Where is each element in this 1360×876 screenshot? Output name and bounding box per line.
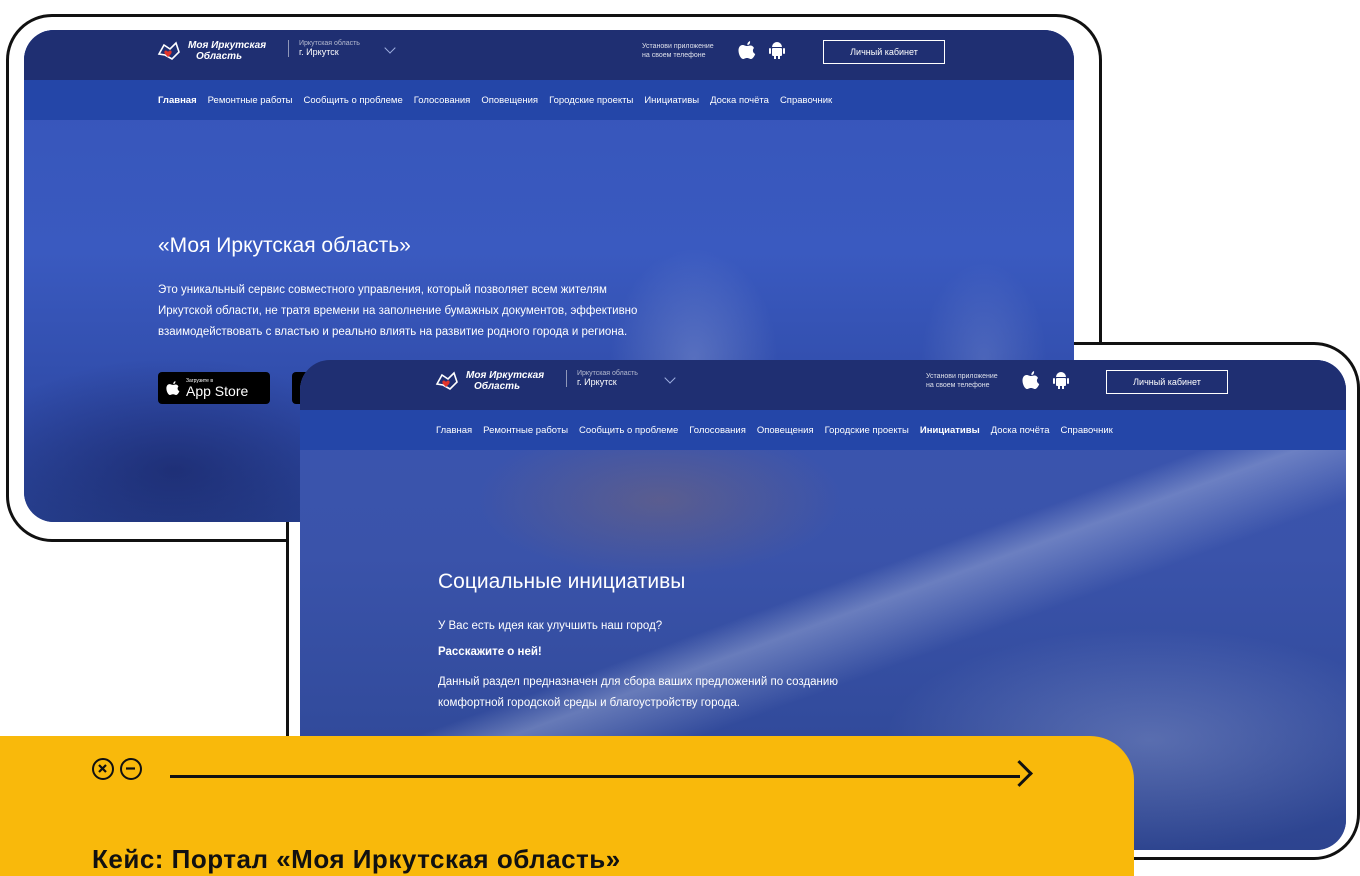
nav-item-initiatives[interactable]: Инициативы (920, 425, 980, 436)
nav-item-report[interactable]: Сообщить о проблеме (579, 425, 678, 436)
nav-item-home[interactable]: Главная (436, 425, 472, 436)
apple-icon (166, 381, 180, 395)
region-city: г. Иркутск (577, 377, 617, 387)
divider-line (170, 775, 1020, 778)
chevron-down-icon[interactable] (384, 42, 396, 54)
hero-description: Это уникальный сервис совместного управл… (158, 284, 638, 338)
logo-line-2: Область (196, 51, 243, 62)
nav-item-votes[interactable]: Голосования (689, 425, 746, 436)
nav-item-alerts[interactable]: Оповещения (757, 425, 814, 436)
apple-icon[interactable] (738, 40, 756, 60)
nav-item-report[interactable]: Сообщить о проблеме (304, 95, 403, 106)
region-label: Иркутская область (299, 40, 360, 47)
top-bar: Моя Иркутская Область Иркутская область … (300, 360, 1346, 410)
section-description: Данный раздел предназначен для сбора ваш… (438, 676, 838, 709)
top-bar: Моя Иркутская Область Иркутская область … (24, 30, 1074, 80)
personal-cabinet-button[interactable]: Личный кабинет (823, 40, 945, 64)
main-nav: Главная Ремонтные работы Сообщить о проб… (24, 80, 1074, 120)
chevron-down-icon[interactable] (664, 372, 676, 384)
app-store-label: App Store (186, 383, 249, 399)
nav-item-projects[interactable]: Городские проекты (825, 425, 909, 436)
android-icon[interactable] (768, 40, 786, 60)
logo-icon (435, 371, 458, 390)
nav-item-projects[interactable]: Городские проекты (549, 95, 633, 106)
install-line-2: на своем телефоне (642, 52, 706, 59)
install-app-text: Установи приложение на своем телефоне (926, 372, 998, 390)
install-line-1: Установи приложение (926, 373, 998, 380)
apple-icon[interactable] (1022, 370, 1040, 390)
region-city: г. Иркутск (299, 47, 339, 57)
main-nav: Главная Ремонтные работы Сообщить о проб… (300, 410, 1346, 450)
install-app-text: Установи приложение на своем телефоне (642, 42, 714, 60)
logo-line-1: Моя Иркутская (188, 40, 267, 51)
logo-icon (157, 41, 180, 60)
intro-question: У Вас есть идея как улучшить наш город? (438, 620, 663, 632)
nav-item-repairs[interactable]: Ремонтные работы (208, 95, 293, 106)
nav-item-votes[interactable]: Голосования (414, 95, 471, 106)
nav-item-alerts[interactable]: Оповещения (481, 95, 538, 106)
case-title: Кейс: Портал «Моя Иркутская область» (92, 844, 621, 874)
personal-cabinet-button[interactable]: Личный кабинет (1106, 370, 1228, 394)
site-logo[interactable]: Моя Иркутская Область (156, 40, 266, 62)
android-icon[interactable] (1052, 370, 1070, 390)
region-selector[interactable]: Иркутская область г. Иркутск (566, 370, 638, 387)
install-line-2: на своем телефоне (926, 382, 990, 389)
close-circle-icon[interactable] (92, 758, 114, 780)
minus-circle-icon[interactable] (120, 758, 142, 780)
site-logo[interactable]: Моя Иркутская Область (434, 370, 544, 392)
app-store-button[interactable]: Загрузите в App Store (158, 372, 270, 404)
nav-item-honor-board[interactable]: Доска почёта (991, 425, 1050, 436)
logo-line-1: Моя Иркутская (466, 370, 545, 381)
nav-item-directory[interactable]: Справочник (1061, 425, 1113, 436)
nav-item-home[interactable]: Главная (158, 95, 197, 106)
logo-line-2: Область (474, 381, 521, 392)
hero-title: «Моя Иркутская область» (158, 234, 411, 257)
region-selector[interactable]: Иркутская область г. Иркутск (288, 40, 360, 57)
nav-item-initiatives[interactable]: Инициативы (644, 95, 699, 106)
install-line-1: Установи приложение (642, 43, 714, 50)
region-label: Иркутская область (577, 370, 638, 377)
nav-item-honor-board[interactable]: Доска почёта (710, 95, 769, 106)
arrow-right-icon[interactable] (1006, 760, 1033, 787)
nav-item-repairs[interactable]: Ремонтные работы (483, 425, 568, 436)
case-card: Кейс: Портал «Моя Иркутская область» (0, 736, 1134, 876)
hero-title: Социальные инициативы (438, 570, 686, 593)
intro-call-to-action: Расскажите о ней! (438, 646, 542, 658)
nav-item-directory[interactable]: Справочник (780, 95, 832, 106)
